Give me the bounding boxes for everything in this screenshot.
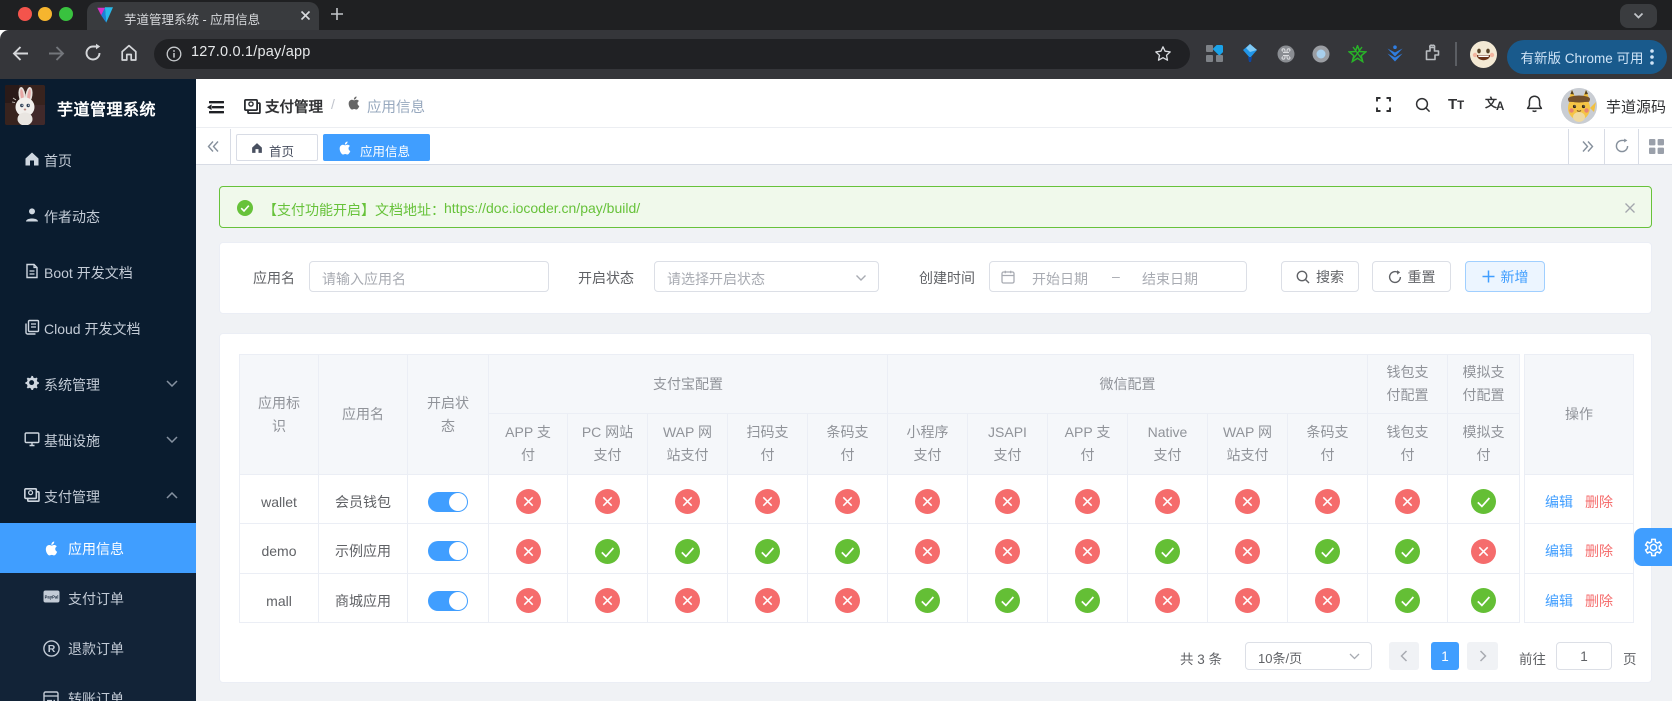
svg-text:PayPal: PayPal	[45, 595, 59, 600]
svg-text:R: R	[48, 643, 56, 655]
